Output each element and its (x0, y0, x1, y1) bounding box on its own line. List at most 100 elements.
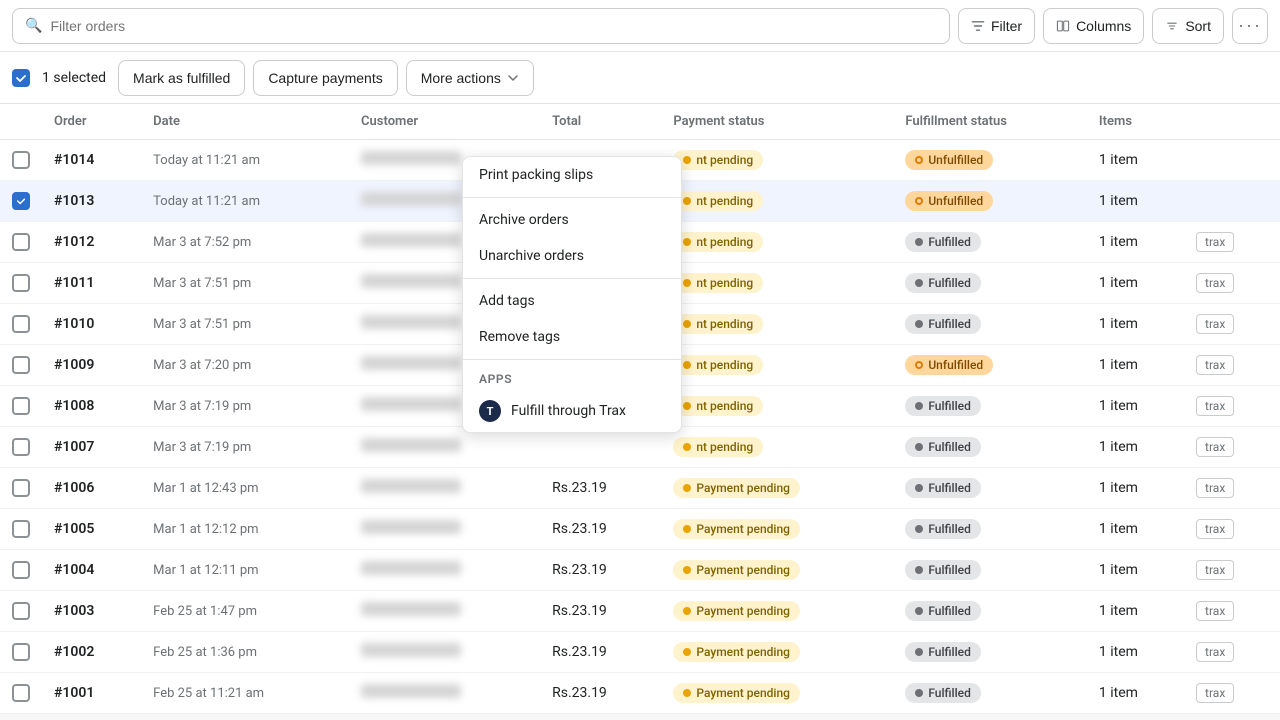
row-checkbox[interactable] (12, 151, 30, 169)
customer-name (361, 479, 461, 493)
row-checkbox[interactable] (12, 602, 30, 620)
customer-name (361, 315, 461, 329)
filter-button[interactable]: Filter (958, 8, 1035, 44)
table-row[interactable]: #1001Feb 25 at 11:21 amRs.23.19Payment p… (0, 673, 1280, 714)
order-id: #1009 (54, 357, 94, 373)
customer-name (361, 643, 461, 657)
order-id: #1012 (54, 234, 94, 250)
columns-icon (1056, 19, 1070, 33)
order-items: 1 item (1099, 275, 1138, 291)
order-id: #1002 (54, 644, 94, 660)
fulfillment-badge: Fulfilled (905, 437, 981, 457)
col-amount: Total (540, 104, 661, 140)
order-id: #1006 (54, 480, 94, 496)
row-checkbox[interactable] (12, 274, 30, 292)
apps-section-label: APPS (463, 364, 681, 390)
selected-count: 1 selected (38, 70, 110, 86)
unarchive-orders-item[interactable]: Unarchive orders (463, 238, 681, 274)
order-date: Mar 3 at 7:51 pm (153, 276, 251, 291)
table-row[interactable]: #1005Mar 1 at 12:12 pmRs.23.19Payment pe… (0, 509, 1280, 550)
mark-fulfilled-button[interactable]: Mark as fulfilled (118, 60, 245, 96)
table-row[interactable]: #1004Mar 1 at 12:11 pmRs.23.19Payment pe… (0, 550, 1280, 591)
trax-tag: trax (1196, 273, 1234, 293)
search-input[interactable] (50, 18, 937, 34)
customer-name (361, 192, 461, 206)
columns-button[interactable]: Columns (1043, 8, 1144, 44)
col-date: Date (141, 104, 349, 140)
fulfill-trax-item[interactable]: T Fulfill through Trax (463, 390, 681, 432)
more-actions-button[interactable]: More actions (406, 60, 534, 96)
order-items: 1 item (1099, 603, 1138, 619)
fulfillment-badge: Fulfilled (905, 683, 981, 703)
fulfillment-badge: Unfulfilled (905, 191, 993, 211)
trax-tag: trax (1196, 437, 1234, 457)
row-checkbox[interactable] (12, 643, 30, 661)
customer-name (361, 233, 461, 247)
table-row[interactable]: #1002 Feb 25 at 1:36 pm Rs.23.19 Payment pe… (0, 632, 1280, 673)
order-date: Feb 25 at 1:47 pm (153, 604, 257, 619)
fulfillment-badge: Fulfilled (905, 519, 981, 539)
row-checkbox[interactable] (12, 684, 30, 702)
row-checkbox[interactable] (12, 356, 30, 374)
row-checkbox[interactable] (12, 233, 30, 251)
archive-orders-item[interactable]: Archive orders (463, 202, 681, 238)
order-id: #1007 (54, 439, 94, 455)
order-id: #1004 (54, 562, 94, 578)
order-id: #1003 (54, 603, 94, 619)
col-customer: Customer (349, 104, 540, 140)
customer-name (361, 684, 461, 698)
row-checkbox[interactable] (12, 520, 30, 538)
order-amount: Rs.23.19 (552, 480, 607, 496)
row-checkbox[interactable] (12, 315, 30, 333)
row-checkbox[interactable] (12, 397, 30, 415)
trax-tag: trax (1196, 314, 1234, 334)
payment-badge: Payment pending (673, 642, 800, 662)
payment-badge: nt pending (673, 150, 763, 170)
fulfillment-badge: Fulfilled (905, 478, 981, 498)
more-icon: ··· (1238, 15, 1262, 36)
table-row[interactable]: #1003Feb 25 at 1:47 pmRs.23.19Payment pe… (0, 591, 1280, 632)
order-date: Feb 25 at 1:36 pm (153, 645, 257, 660)
customer-name (361, 151, 461, 165)
row-checkbox[interactable] (12, 561, 30, 579)
sort-icon (1165, 19, 1179, 33)
col-tags (1184, 104, 1280, 140)
remove-tags-item[interactable]: Remove tags (463, 319, 681, 355)
col-fulfillment: Fulfillment status (893, 104, 1087, 140)
order-date: Mar 1 at 12:12 pm (153, 522, 258, 537)
more-button[interactable]: ··· (1232, 8, 1268, 44)
table-row[interactable]: #1006Mar 1 at 12:43 pmRs.23.19Payment pe… (0, 468, 1280, 509)
order-items: 1 item (1099, 480, 1138, 496)
search-box[interactable]: 🔍 (12, 8, 950, 44)
order-items: 1 item (1099, 398, 1138, 414)
order-items: 1 item (1099, 521, 1138, 537)
select-all-checkbox[interactable] (12, 69, 30, 87)
order-id: #1005 (54, 521, 94, 537)
trax-tag: trax (1196, 396, 1234, 416)
payment-badge: nt pending (673, 355, 763, 375)
print-packing-slips-item[interactable]: Print packing slips (463, 157, 681, 193)
payment-badge: nt pending (673, 314, 763, 334)
fulfillment-badge: Fulfilled (905, 601, 981, 621)
order-id: #1008 (54, 398, 94, 414)
payment-badge: Payment pending (673, 560, 800, 580)
fulfillment-badge: Fulfilled (905, 560, 981, 580)
order-id: #1001 (54, 685, 94, 701)
row-checkbox[interactable] (12, 438, 30, 456)
order-id: #1014 (54, 152, 94, 168)
capture-payments-button[interactable]: Capture payments (253, 60, 397, 96)
order-amount: Rs.23.19 (552, 603, 607, 619)
order-date: Mar 3 at 7:19 pm (153, 440, 251, 455)
sort-button[interactable]: Sort (1152, 8, 1224, 44)
fulfillment-badge: Fulfilled (905, 642, 981, 662)
order-amount: Rs.23.19 (552, 644, 607, 660)
add-tags-item[interactable]: Add tags (463, 283, 681, 319)
payment-badge: nt pending (673, 191, 763, 211)
customer-name (361, 561, 461, 575)
chevron-down-icon (507, 72, 519, 84)
trax-tag: trax (1196, 560, 1234, 580)
row-checkbox[interactable] (12, 192, 30, 210)
col-order: Order (42, 104, 141, 140)
customer-name (361, 356, 461, 370)
row-checkbox[interactable] (12, 479, 30, 497)
